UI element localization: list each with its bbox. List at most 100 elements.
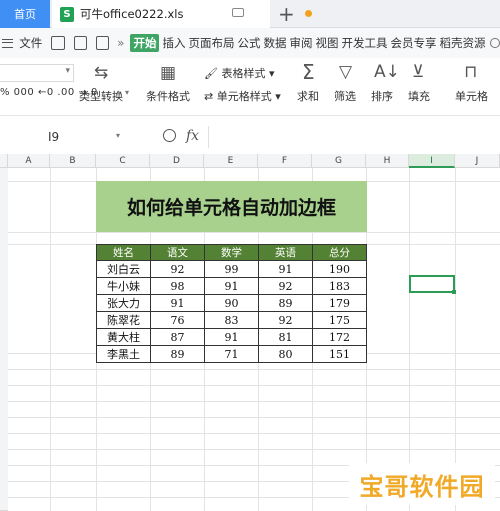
fill-button[interactable]: 填充: [408, 88, 430, 104]
menu-insert[interactable]: 插入: [162, 35, 185, 51]
cell[interactable]: 李黑土: [96, 345, 151, 363]
cell[interactable]: 83: [204, 311, 259, 329]
cell[interactable]: 175: [312, 311, 367, 329]
cell-icon[interactable]: ⊓: [464, 63, 477, 81]
col-header-a[interactable]: A: [8, 154, 50, 168]
col-header-c[interactable]: C: [96, 154, 150, 168]
header-english[interactable]: 英语: [258, 244, 313, 261]
chevron-down-icon[interactable]: ▾: [125, 88, 129, 97]
active-cell-cursor[interactable]: [409, 275, 456, 294]
cell[interactable]: 89: [258, 294, 313, 312]
menu-review[interactable]: 审阅: [289, 35, 312, 51]
col-header-f[interactable]: F: [258, 154, 312, 168]
col-header-d[interactable]: D: [150, 154, 204, 168]
tab-file[interactable]: S 可牛office0222.xls: [52, 0, 312, 28]
header-total[interactable]: 总分: [312, 244, 367, 261]
cell[interactable]: 92: [258, 277, 313, 295]
menu-view[interactable]: 视图: [315, 35, 338, 51]
cell[interactable]: 99: [204, 260, 259, 278]
menu-docer[interactable]: 稻壳资源: [439, 35, 485, 51]
name-box[interactable]: I9 ▾: [0, 124, 128, 150]
filter-icon[interactable]: ▽: [339, 63, 352, 81]
cell[interactable]: 71: [204, 345, 259, 363]
cell[interactable]: 190: [312, 260, 367, 278]
conditional-format-icon[interactable]: ▦: [160, 64, 176, 82]
sum-button[interactable]: 求和: [297, 88, 319, 104]
menu-start[interactable]: 开始: [130, 34, 160, 52]
cell[interactable]: 陈翠花: [96, 311, 151, 329]
unsaved-dot-icon: [305, 10, 312, 17]
export-pdf-icon[interactable]: [73, 36, 87, 50]
grid-line: [8, 401, 500, 402]
cell[interactable]: 81: [258, 328, 313, 346]
header-chinese[interactable]: 语文: [150, 244, 205, 261]
menu-page-layout[interactable]: 页面布局: [188, 35, 234, 51]
cell[interactable]: 91: [258, 260, 313, 278]
print-icon[interactable]: [95, 36, 110, 50]
col-header-g[interactable]: G: [312, 154, 366, 168]
cell[interactable]: 91: [150, 294, 205, 312]
table-row: 刘白云 92 99 91 190: [96, 260, 367, 278]
col-header-j[interactable]: J: [455, 154, 500, 168]
cell[interactable]: 87: [150, 328, 205, 346]
menu-formula[interactable]: 公式: [237, 35, 260, 51]
new-tab-icon[interactable]: +: [278, 2, 295, 26]
cell[interactable]: 黄大柱: [96, 328, 151, 346]
grid-line: [8, 433, 500, 434]
cell[interactable]: 80: [258, 345, 313, 363]
cell[interactable]: 172: [312, 328, 367, 346]
select-all-corner[interactable]: [0, 154, 8, 168]
table-row: 牛小妹 98 91 92 183: [96, 277, 367, 295]
hamburger-icon[interactable]: [2, 38, 14, 48]
type-convert-button[interactable]: 类型转换: [79, 88, 123, 104]
tab-home[interactable]: 首页: [0, 0, 50, 28]
cell[interactable]: 179: [312, 294, 367, 312]
search-icon[interactable]: [490, 38, 500, 48]
save-icon[interactable]: [51, 36, 65, 50]
cell[interactable]: 92: [150, 260, 205, 278]
formula-input[interactable]: [208, 126, 500, 148]
sort-icon[interactable]: A↓: [374, 63, 400, 81]
cell[interactable]: 98: [150, 277, 205, 295]
cell[interactable]: 牛小妹: [96, 277, 151, 295]
cell[interactable]: 183: [312, 277, 367, 295]
menu-member[interactable]: 会员专享: [390, 35, 436, 51]
col-header-e[interactable]: E: [204, 154, 258, 168]
fx-icon[interactable]: fx: [186, 128, 199, 144]
cell[interactable]: 89: [150, 345, 205, 363]
col-header-b[interactable]: B: [50, 154, 96, 168]
cell-button[interactable]: 单元格: [455, 88, 488, 104]
table-title[interactable]: 如何给单元格自动加边框: [96, 181, 367, 232]
header-math[interactable]: 数学: [204, 244, 259, 261]
table-style-button[interactable]: 🖌 表格样式 ▾: [204, 65, 275, 81]
cell[interactable]: 91: [204, 328, 259, 346]
zoom-icon[interactable]: [163, 129, 176, 142]
col-header-i[interactable]: I: [409, 154, 455, 168]
chevron-double-right-icon[interactable]: »: [117, 36, 124, 50]
cell[interactable]: 张大力: [96, 294, 151, 312]
header-name[interactable]: 姓名: [96, 244, 151, 261]
filter-button[interactable]: 筛选: [334, 88, 356, 104]
cell[interactable]: 90: [204, 294, 259, 312]
fill-icon[interactable]: ⊻: [412, 63, 424, 81]
worksheet[interactable]: A B C D E F G H I J 如何给单元格自动加边框 姓名 语文 数学…: [0, 154, 500, 511]
row-header-strip[interactable]: [0, 168, 8, 511]
menu-file[interactable]: 文件: [19, 35, 42, 51]
cell[interactable]: 91: [204, 277, 259, 295]
menu-data[interactable]: 数据: [263, 35, 286, 51]
conditional-format-button[interactable]: 条件格式: [146, 88, 190, 104]
cell-style-button[interactable]: ⇄ 单元格样式 ▾: [204, 88, 281, 104]
cell[interactable]: 151: [312, 345, 367, 363]
cell-style-icon: ⇄: [204, 90, 217, 103]
sort-button[interactable]: 排序: [371, 88, 393, 104]
cell[interactable]: 刘白云: [96, 260, 151, 278]
sum-icon[interactable]: Σ: [302, 62, 315, 82]
col-header-h[interactable]: H: [366, 154, 409, 168]
type-convert-icon[interactable]: ⇆: [94, 64, 108, 82]
screen-icon[interactable]: [232, 8, 244, 17]
menu-developer[interactable]: 开发工具: [341, 35, 387, 51]
number-format-dropdown[interactable]: [0, 64, 74, 82]
cell[interactable]: 92: [258, 311, 313, 329]
grid-line: [8, 385, 500, 386]
cell[interactable]: 76: [150, 311, 205, 329]
